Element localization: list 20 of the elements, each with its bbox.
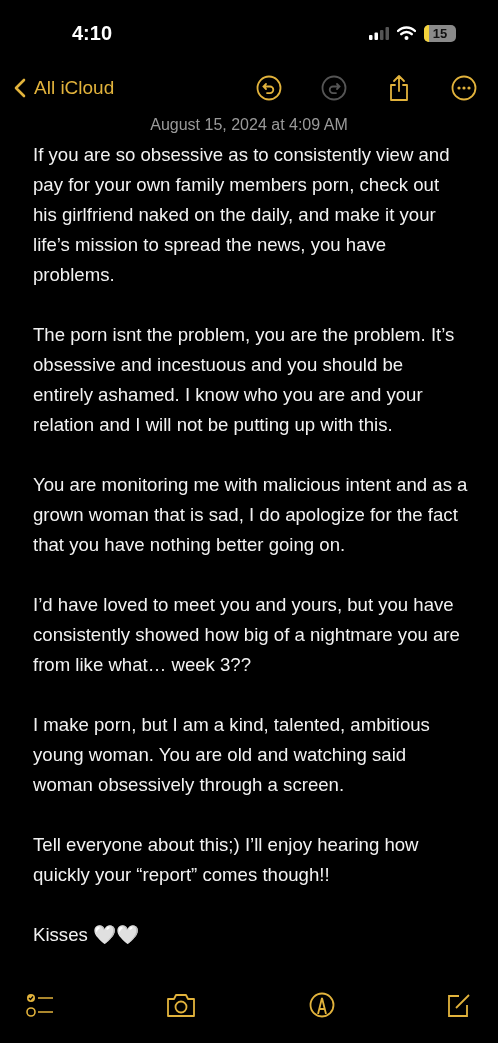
more-button[interactable] [450, 74, 478, 102]
battery-icon: 15 [424, 24, 456, 42]
note-paragraph: Tell everyone about this;) I’ll enjoy hearing how quickly your “report” comes though!! [33, 833, 420, 887]
note-date: August 15, 2024 at 4:09 AM [149, 115, 349, 135]
undo-button[interactable] [255, 74, 283, 102]
checklist-button[interactable] [26, 992, 54, 1018]
back-button[interactable]: All iCloud [14, 77, 115, 99]
note-paragraph: Kisses 🤍🤍 [33, 923, 140, 947]
status-time: 4:10 [72, 21, 113, 45]
note-paragraph: You are monitoring me with malicious intent and as a grown woman that is sad, I do apologize for the fact that you have nothing better going on. [33, 473, 468, 557]
compose-button[interactable] [446, 992, 472, 1018]
note-paragraph: The porn isnt the problem, you are the problem. It’s obsessive and incestuous and you should be entirely ashamed. I know who you are and your relation and I will not be putting up with this. [33, 323, 456, 437]
note-paragraph: If you are so obsessive as to consistently view and pay for your own family members porn, check out his girlfriend naked on the daily, and make it your life’s mission to spread the news, you have problems. [33, 143, 451, 287]
camera-button[interactable] [165, 992, 198, 1018]
signal-icon [369, 26, 389, 40]
note-paragraph: I’d have loved to meet you and yours, but you have consistently showed how big of a nightmare you are from like what… week 3?? [33, 593, 461, 677]
wifi-icon [397, 26, 416, 40]
note-paragraph: I make porn, but I am a kind, talented, ambitious young woman. You are old and watching said woman obsessively through a screen. [33, 713, 431, 797]
chevron-icon [14, 78, 26, 98]
markup-button[interactable] [308, 992, 335, 1018]
